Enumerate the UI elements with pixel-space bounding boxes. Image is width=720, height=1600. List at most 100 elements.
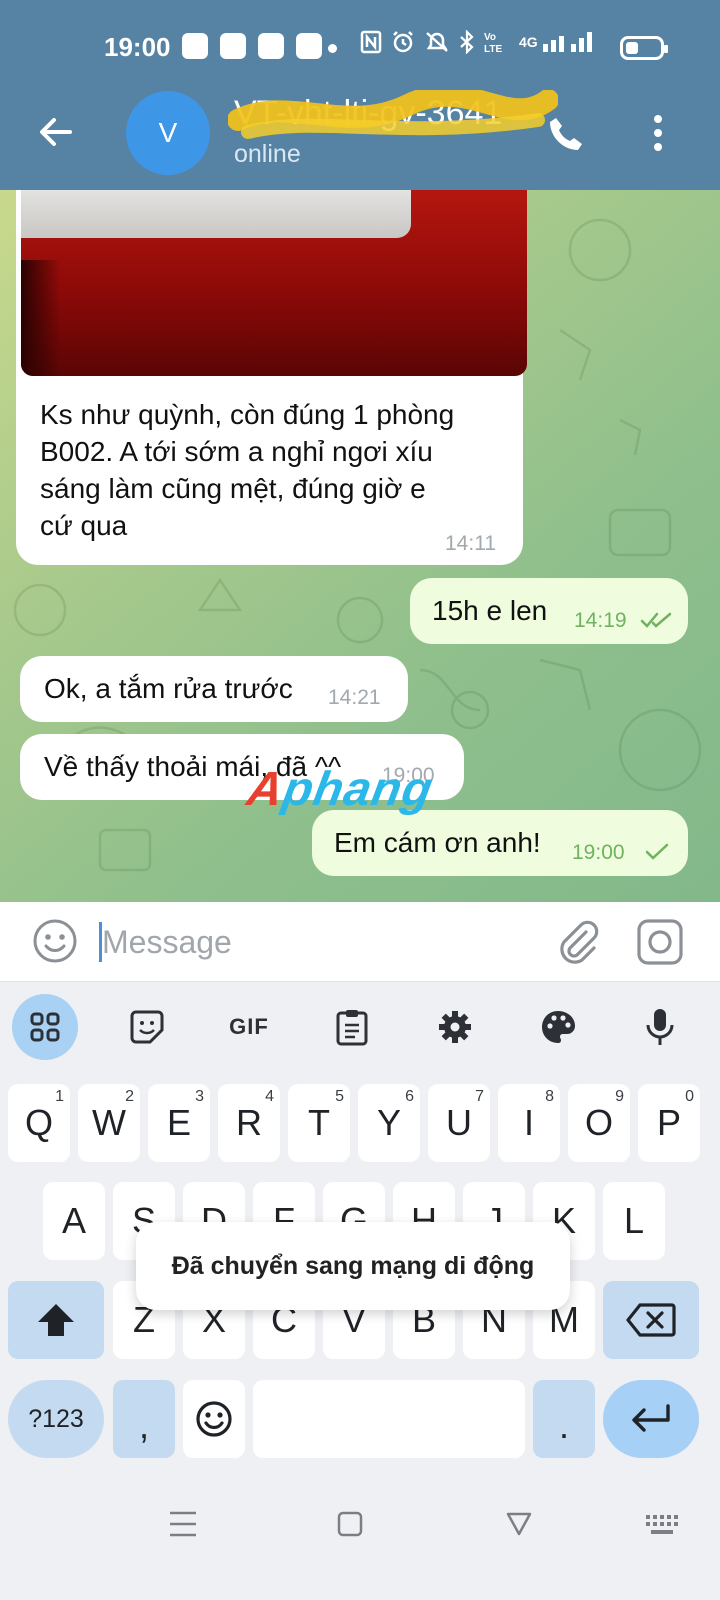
paperclip-icon[interactable] [552, 916, 602, 966]
message-input[interactable] [102, 918, 522, 966]
recent-apps-icon[interactable] [168, 1510, 198, 1538]
app-notification-icon [182, 33, 208, 59]
key-hint: 3 [195, 1088, 204, 1105]
clipboard-icon [336, 1010, 368, 1046]
keyboard-toolbar: GIF [0, 982, 720, 1072]
photo-paper-detail [21, 190, 411, 238]
symbols-key[interactable]: ?123 [8, 1380, 104, 1458]
enter-key[interactable] [603, 1380, 699, 1458]
apps-grid-icon [30, 1012, 60, 1042]
home-icon[interactable] [336, 1510, 364, 1538]
watermark-part-b: phang [278, 763, 438, 816]
network-switch-toast: Đã chuyển sang mạng di động [136, 1222, 570, 1310]
key-p[interactable]: P0 [638, 1084, 700, 1162]
photo-shadow-detail [21, 260, 61, 376]
network-type-label: 4G [519, 34, 538, 50]
apps-grid-button[interactable] [12, 994, 78, 1060]
symbols-label: ?123 [28, 1404, 84, 1433]
key-label: T [308, 1102, 330, 1143]
enter-arrow-icon [632, 1404, 670, 1432]
key-label: E [166, 1102, 191, 1143]
message-text-line: B002. A tới sớm a nghỉ ngơi xíu [40, 436, 433, 467]
message-bubble-outgoing[interactable]: 15h e len 14:19 [410, 578, 688, 644]
keyboard-switch-icon[interactable] [645, 1514, 679, 1536]
message-text-line: cứ qua [40, 510, 128, 541]
emoji-icon [196, 1401, 232, 1437]
shift-arrow-icon [38, 1304, 74, 1336]
backspace-key[interactable] [603, 1281, 699, 1359]
key-hint: 4 [265, 1088, 274, 1105]
key-label: Q [24, 1102, 53, 1143]
single-check-sent-icon [645, 843, 669, 860]
key-o[interactable]: O9 [568, 1084, 630, 1162]
sticker-button[interactable] [114, 994, 180, 1060]
back-triangle-icon[interactable] [505, 1510, 533, 1538]
key-t[interactable]: T5 [288, 1084, 350, 1162]
key-r[interactable]: R4 [218, 1084, 280, 1162]
key-label: . [558, 1405, 569, 1446]
key-label: , [138, 1405, 149, 1446]
bluetooth-icon [460, 30, 474, 54]
momo-notification-icon [296, 33, 322, 59]
key-label: I [523, 1102, 534, 1143]
system-status-icons: Vo LTE 4G [360, 30, 593, 54]
message-bubble-incoming[interactable]: Ks như quỳnh, còn đúng 1 phòng B002. A t… [16, 190, 527, 565]
message-input-bar [0, 902, 720, 982]
gif-button[interactable]: GIF [216, 994, 282, 1060]
message-timestamp: 19:00 [572, 841, 625, 864]
message-bubble-incoming[interactable]: Ok, a tắm rửa trước 14:21 [20, 656, 408, 722]
shift-key[interactable] [8, 1281, 104, 1359]
key-y[interactable]: Y6 [358, 1084, 420, 1162]
key-l[interactable]: L [603, 1182, 665, 1260]
theme-button[interactable] [525, 994, 591, 1060]
key-e[interactable]: E3 [148, 1084, 210, 1162]
system-navigation-bar [0, 1480, 720, 1600]
key-label: O [584, 1102, 613, 1143]
chat-header: 19:00 Vo LTE 4G V VT-vht-lti-gv-3641 onli… [0, 0, 720, 190]
more-notifications-dot [328, 44, 337, 53]
contact-avatar[interactable]: V [126, 91, 210, 175]
smiley-icon[interactable] [30, 916, 80, 966]
message-text: 15h e len [432, 595, 548, 626]
key-w[interactable]: W2 [78, 1084, 140, 1162]
clipboard-button[interactable] [319, 994, 385, 1060]
camera-icon[interactable] [634, 916, 686, 968]
message-photo[interactable] [21, 190, 527, 376]
emoji-key[interactable] [183, 1380, 245, 1458]
more-options-icon[interactable] [650, 114, 666, 152]
message-text-line: Ks như quỳnh, còn đúng 1 phòng [40, 399, 455, 430]
comma-key[interactable]: , [113, 1380, 175, 1458]
key-q[interactable]: Q1 [8, 1084, 70, 1162]
nfc-icon [360, 30, 382, 54]
watermark-logo: Aphang [243, 762, 437, 817]
message-bubble-outgoing[interactable]: Em cám ơn anh! 19:00 [312, 810, 688, 876]
voice-input-button[interactable] [627, 994, 693, 1060]
volte-icon: VoLTE [484, 32, 502, 54]
mute-icon [426, 32, 448, 52]
key-hint: 6 [405, 1088, 414, 1105]
key-u[interactable]: U7 [428, 1084, 490, 1162]
alarm-icon [393, 31, 413, 53]
key-a[interactable]: A [43, 1182, 105, 1260]
battery-icon [620, 36, 668, 60]
notification-icons [182, 33, 322, 59]
svg-text:LTE: LTE [484, 44, 502, 54]
message-timestamp: 14:11 [445, 532, 496, 555]
status-bar: 19:00 Vo LTE 4G [0, 0, 720, 95]
key-hint: 9 [615, 1088, 624, 1105]
palette-icon [542, 1011, 575, 1043]
key-label: A [61, 1200, 86, 1241]
signal-icon [542, 32, 592, 52]
microphone-icon [646, 1009, 674, 1045]
back-arrow-icon[interactable] [36, 112, 76, 152]
double-check-read-icon [640, 612, 672, 628]
period-key[interactable]: . [533, 1380, 595, 1458]
space-key[interactable] [253, 1380, 525, 1458]
message-text: Ok, a tắm rửa trước [44, 673, 293, 704]
avatar-letter: V [158, 117, 178, 148]
phone-call-icon[interactable] [546, 114, 586, 154]
message-timestamp: 14:19 [574, 609, 627, 632]
settings-button[interactable] [422, 994, 488, 1060]
key-i[interactable]: I8 [498, 1084, 560, 1162]
message-timestamp: 14:21 [328, 686, 381, 709]
